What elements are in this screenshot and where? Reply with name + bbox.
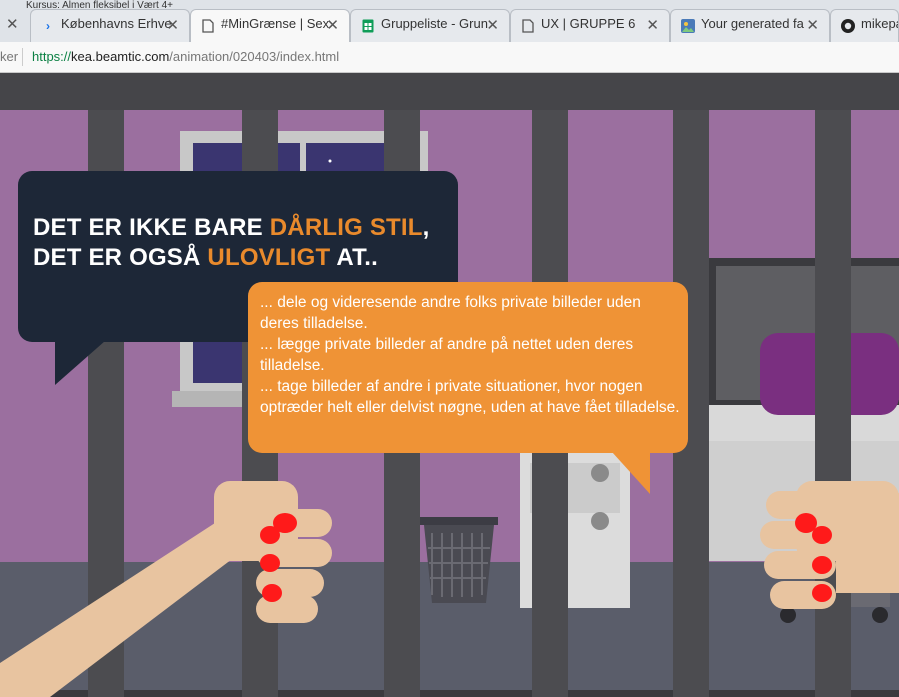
- chevron-right-icon: ›: [46, 19, 50, 33]
- headline-text-part: DET ER IKKE BARE: [33, 214, 270, 241]
- tab-mingraense[interactable]: #MinGrænse | Sex ✕: [190, 9, 350, 42]
- url-text[interactable]: https://kea.beamtic.com/animation/020403…: [32, 49, 339, 64]
- page-icon: [521, 19, 535, 33]
- headline-line-2: DET ER OGSÅ ULOVLIGT AT..: [33, 243, 430, 273]
- right-hand: [760, 481, 899, 609]
- tab-title: Your generated fa: [701, 16, 804, 31]
- close-tab-icon[interactable]: ✕: [166, 16, 179, 34]
- tab-gruppeliste[interactable]: Gruppeliste - Grun ✕: [350, 9, 510, 42]
- partial-tab-text: Kursus: Almen fleksibel i Vært 4+: [26, 0, 174, 9]
- address-left-fragment: ker: [0, 49, 19, 64]
- close-tab-icon[interactable]: ✕: [6, 15, 19, 33]
- close-tab-icon[interactable]: ✕: [646, 16, 659, 34]
- tab-generated-face[interactable]: Your generated fa ✕: [670, 9, 830, 42]
- animation-scene: DET ER IKKE BARE DÅRLIG STIL, DET ER OGS…: [0, 73, 899, 697]
- sheets-icon: [361, 19, 375, 33]
- url-scheme: https://: [32, 49, 72, 64]
- headline-highlight-ulovligt: ULOVLIGT: [207, 244, 331, 271]
- headline-text-part: ,: [422, 214, 430, 241]
- address-separator: [22, 48, 23, 66]
- tab-title: Københavns Erhve: [61, 16, 172, 31]
- image-icon: [681, 19, 695, 33]
- browser-tab-strip: Kursus: Almen fleksibel i Vært 4+ ✕ › Kø…: [0, 0, 899, 42]
- tab-kobenhavns[interactable]: › Københavns Erhve ✕: [30, 9, 190, 42]
- tab-title: #MinGrænse | Sex: [221, 16, 330, 31]
- headline-text-part: DET ER OGSÅ: [33, 244, 208, 271]
- page-icon: [201, 19, 215, 33]
- tab-title: UX | GRUPPE 6: [541, 16, 636, 31]
- url-path: /animation/020403/index.html: [169, 49, 340, 64]
- tab-github[interactable]: mikepa: [830, 9, 899, 42]
- headline-text-part: AT..: [330, 244, 379, 271]
- points-bubble: ... dele og videresende andre folks priv…: [248, 282, 688, 453]
- point-item: ... lægge private billeder af andre på n…: [260, 336, 634, 374]
- headline-line-1: DET ER IKKE BARE DÅRLIG STIL,: [33, 213, 430, 243]
- headline-bubble-tail: [55, 341, 105, 385]
- headline-text: DET ER IKKE BARE DÅRLIG STIL, DET ER OGS…: [33, 213, 430, 273]
- github-icon: [841, 19, 855, 33]
- points-list: ... dele og videresende andre folks priv…: [260, 292, 680, 418]
- tab-title: Gruppeliste - Grun: [381, 16, 488, 31]
- url-domain: kea.beamtic.com: [71, 49, 170, 64]
- tab-title: mikepa: [861, 16, 899, 31]
- tab-ux-gruppe-6[interactable]: UX | GRUPPE 6 ✕: [510, 9, 670, 42]
- close-tab-icon[interactable]: ✕: [486, 16, 499, 34]
- points-bubble-tail: [612, 452, 650, 494]
- address-bar[interactable]: ker https://kea.beamtic.com/animation/02…: [0, 42, 899, 73]
- point-item: ... dele og videresende andre folks priv…: [260, 294, 641, 332]
- point-item: ... tage billeder af andre i private sit…: [260, 378, 680, 416]
- close-tab-icon[interactable]: ✕: [806, 16, 819, 34]
- headline-highlight-darlig-stil: DÅRLIG STIL: [269, 214, 423, 241]
- close-tab-icon[interactable]: ✕: [326, 16, 339, 34]
